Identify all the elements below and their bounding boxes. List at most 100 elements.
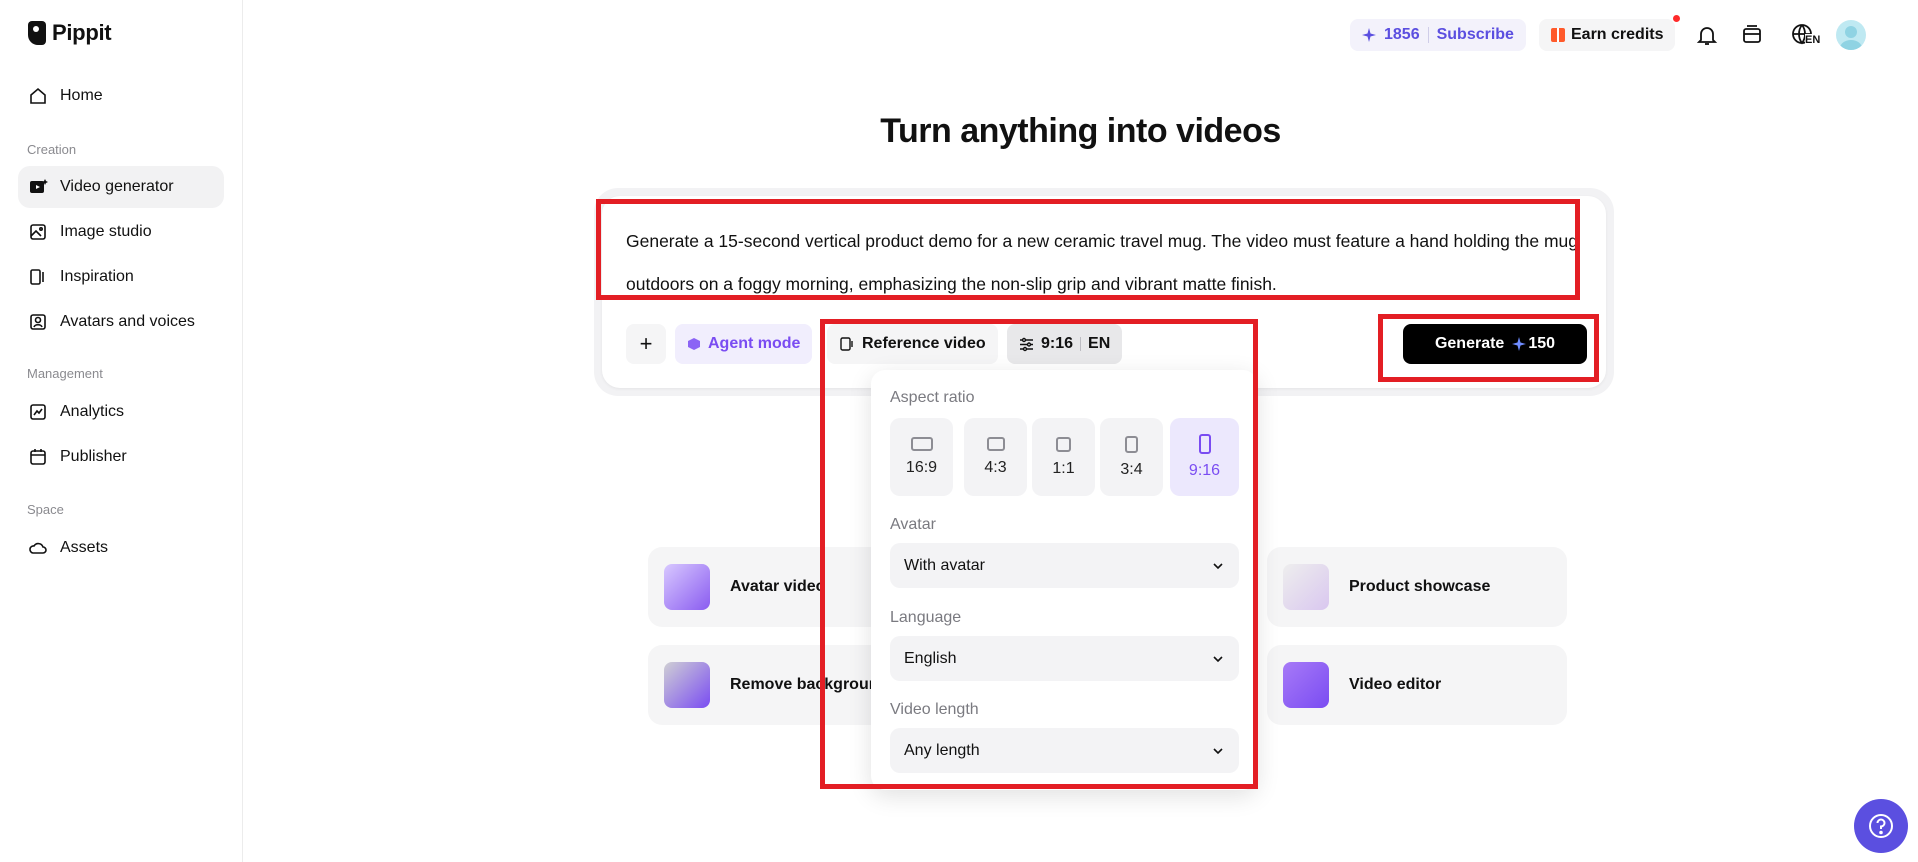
sidebar-item-inspiration[interactable]: Inspiration [18, 256, 224, 298]
section-label-space: Space [27, 502, 64, 517]
cloud-icon [29, 542, 47, 554]
avatar-icon [30, 314, 46, 330]
sidebar-item-label: Avatars and voices [60, 313, 195, 330]
app-logo[interactable]: Pippit [28, 20, 112, 46]
video-generator-icon [30, 179, 48, 193]
language-globe-icon[interactable]: EN [1785, 22, 1821, 48]
agent-mode-label: Agent mode [708, 335, 801, 352]
video-length-select-value: Any length [904, 741, 980, 759]
sidebar-item-label: Home [60, 87, 103, 104]
sidebar-item-publisher[interactable]: Publisher [18, 436, 224, 478]
prompt-input[interactable]: Generate a 15-second vertical product de… [626, 220, 1581, 306]
language-label: Language [890, 609, 962, 626]
avatar-label: Avatar [890, 516, 936, 533]
generate-cost-value: 150 [1528, 335, 1556, 352]
generate-button[interactable]: Generate 150 [1403, 324, 1587, 364]
card-label: Video editor [1349, 676, 1442, 693]
sidebar-item-label: Analytics [60, 403, 125, 420]
portrait-icon [1198, 434, 1211, 454]
chevron-down-icon [1213, 747, 1223, 754]
question-icon [1869, 814, 1893, 838]
landscape-icon [986, 437, 1005, 451]
aspect-ratio-label: Aspect ratio [890, 389, 975, 406]
user-avatar[interactable] [1836, 20, 1866, 50]
home-icon [30, 87, 46, 104]
chevron-down-icon [1213, 655, 1223, 662]
avatar-select-value: With avatar [904, 556, 985, 574]
ratio-label: 1:1 [1052, 459, 1075, 477]
card-label: Product showcase [1349, 578, 1491, 595]
sparkle-icon [1512, 337, 1527, 351]
sidebar-item-assets[interactable]: Assets [18, 527, 224, 569]
image-studio-icon [30, 224, 46, 240]
wallet-icon[interactable] [1739, 22, 1765, 48]
analytics-icon [30, 404, 46, 420]
ratio-option-16-9[interactable]: 16:9 [890, 418, 953, 496]
remove-background-thumbnail [664, 662, 710, 708]
add-attachment-button[interactable]: + [626, 324, 666, 364]
sparkle-icon [1362, 28, 1376, 42]
sidebar-item-label: Inspiration [60, 268, 134, 285]
calendar-icon [30, 449, 46, 465]
section-label-management: Management [27, 366, 103, 381]
credits-pill[interactable]: 1856 Subscribe [1350, 19, 1526, 51]
ratio-label: 4:3 [984, 459, 1007, 476]
ratio-label: 3:4 [1120, 460, 1143, 478]
aspect-ratio-button[interactable]: 9:16 EN [1007, 324, 1123, 364]
video-length-label: Video length [890, 701, 979, 718]
generate-label: Generate [1434, 335, 1505, 352]
help-button[interactable] [1854, 799, 1908, 853]
language-badge: EN [1805, 34, 1821, 46]
video-editor-thumbnail [1283, 662, 1329, 708]
sidebar-item-home[interactable]: Home [18, 75, 224, 117]
ratio-option-3-4[interactable]: 3:4 [1100, 418, 1163, 496]
reference-video-icon [840, 337, 853, 351]
earn-credits-label: Earn credits [1571, 26, 1664, 43]
section-label-creation: Creation [27, 142, 77, 157]
card-label: Avatar video [730, 578, 826, 595]
square-icon [1056, 436, 1071, 452]
landscape-icon [910, 437, 933, 451]
portrait-icon [1125, 435, 1138, 453]
agent-mode-button[interactable]: Agent mode [675, 324, 813, 364]
generate-cost: 150 [1512, 335, 1555, 353]
earn-credits-button[interactable]: Earn credits [1539, 19, 1676, 51]
app-name: Pippit [52, 20, 112, 45]
page-title: Turn anything into videos [880, 112, 1281, 150]
sidebar-item-avatars-voices[interactable]: Avatars and voices [18, 301, 224, 343]
language-value: EN [1088, 335, 1111, 352]
aspect-ratio-value: 9:16 [1041, 335, 1074, 352]
gift-icon [1551, 28, 1565, 42]
video-length-select[interactable]: Any length [890, 728, 1239, 773]
notification-dot [1673, 15, 1680, 22]
pippit-logo-icon [28, 21, 46, 45]
reference-video-button[interactable]: Reference video [827, 324, 998, 364]
divider [1080, 337, 1082, 351]
card-label: Remove background [730, 676, 889, 693]
bell-icon[interactable] [1694, 22, 1720, 48]
language-select[interactable]: English [890, 636, 1239, 681]
sidebar-item-video-generator[interactable]: Video generator [18, 166, 224, 208]
ratio-option-4-3[interactable]: 4:3 [964, 418, 1027, 496]
subscribe-link[interactable]: Subscribe [1437, 26, 1514, 44]
credits-count: 1856 [1384, 26, 1420, 43]
avatar-select[interactable]: With avatar [890, 543, 1239, 588]
language-select-value: English [904, 649, 957, 667]
sidebar-item-label: Publisher [60, 448, 127, 465]
card-product-showcase[interactable]: Product showcase [1267, 547, 1567, 627]
ratio-option-9-16[interactable]: 9:16 [1170, 418, 1239, 496]
sidebar-item-image-studio[interactable]: Image studio [18, 211, 224, 253]
reference-video-label: Reference video [862, 335, 986, 352]
ratio-label: 9:16 [1188, 462, 1221, 479]
avatar-video-thumbnail [664, 564, 710, 610]
cube-icon [688, 338, 700, 350]
sidebar-item-analytics[interactable]: Analytics [18, 391, 224, 433]
card-video-editor[interactable]: Video editor [1267, 645, 1567, 725]
sidebar: Pippit Home Creation Video generator Ima… [0, 0, 243, 862]
sidebar-item-label: Assets [60, 539, 109, 556]
sidebar-item-label: Image studio [60, 223, 152, 240]
chevron-down-icon [1213, 562, 1223, 569]
divider [1427, 27, 1429, 43]
inspiration-icon [30, 269, 44, 285]
ratio-option-1-1[interactable]: 1:1 [1032, 418, 1095, 496]
